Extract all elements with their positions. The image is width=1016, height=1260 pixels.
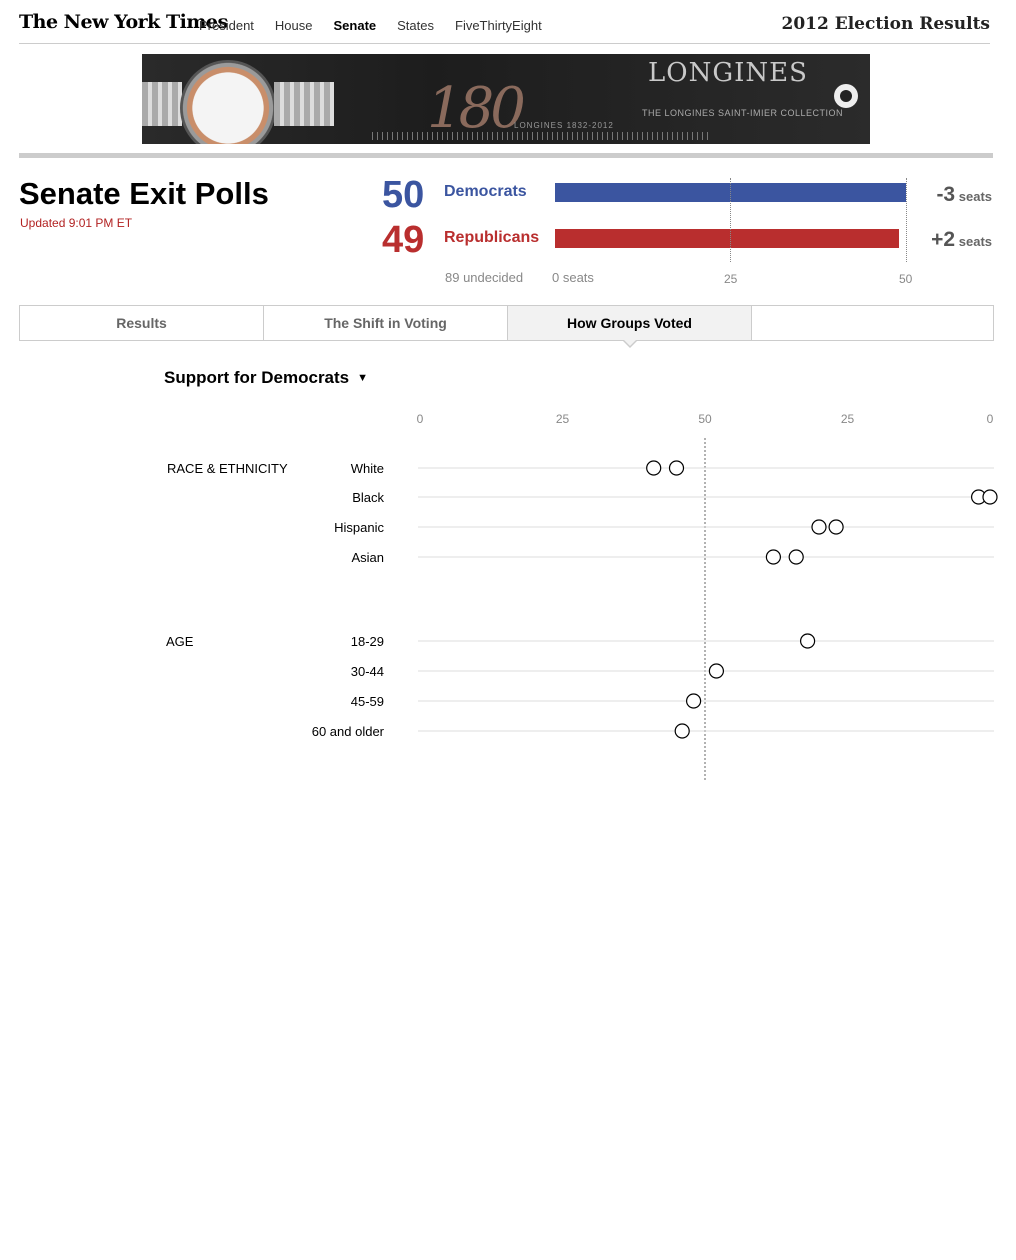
election-nav: President House Senate States FiveThirty… (199, 18, 542, 33)
ad-banner[interactable]: 180 LONGINES 1832-2012 LONGINES THE LONG… (142, 54, 870, 144)
tab-empty (752, 306, 993, 340)
democrat-label: Democrats (444, 183, 527, 200)
row-label: Black (352, 490, 384, 505)
nyt-logo[interactable]: The New York Times (19, 11, 228, 33)
ad-ruler (372, 132, 712, 140)
axis-tick-label: 50 (698, 412, 712, 426)
ad-badge-icon (834, 84, 858, 108)
row-label: 60 and older (312, 724, 385, 739)
democrat-change-value: -3 (936, 183, 956, 206)
republican-change-value: +2 (931, 228, 956, 251)
top-bar: The New York Times President House Senat… (19, 0, 990, 44)
nav-fivethirtyeight[interactable]: FiveThirtyEight (455, 18, 542, 33)
nav-states[interactable]: States (397, 18, 434, 33)
seat-axis-tick: 0 seats (552, 270, 594, 285)
data-point (788, 549, 804, 565)
watch-strap-image (142, 82, 182, 126)
tab-results[interactable]: Results (20, 306, 264, 340)
nav-president[interactable]: President (199, 18, 254, 33)
row-label: White (351, 461, 384, 476)
metric-dropdown-label: Support for Democrats (164, 368, 350, 387)
tab-shift-in-voting[interactable]: The Shift in Voting (264, 306, 508, 340)
data-point (982, 489, 998, 505)
data-point (685, 693, 702, 709)
republican-label: Republicans (444, 229, 540, 246)
watch-image (180, 60, 276, 144)
nav-senate[interactable]: Senate (334, 18, 377, 33)
data-point (811, 519, 827, 535)
axis-tick-label: 0 (417, 412, 424, 426)
section-divider (19, 153, 993, 158)
nav-house[interactable]: House (275, 18, 313, 33)
group-label: AGE (166, 634, 194, 649)
data-point (708, 663, 725, 679)
republican-seat-bar (555, 229, 899, 248)
view-tabs: Results The Shift in Voting How Groups V… (19, 305, 994, 348)
edition-title: 2012 Election Results (781, 14, 991, 34)
democrat-seat-count: 50 (382, 174, 425, 216)
axis-tick-label: 25 (556, 412, 570, 426)
exit-poll-dotplot: 0 25 50 25 0 RACE & ETHNICITY White Black Hispan… (166, 412, 998, 782)
republican-seat-change: +2 seats (931, 228, 992, 252)
undecided-count: 89 undecided (445, 270, 524, 285)
data-point (765, 549, 782, 565)
seat-axis-tick: 25 (724, 272, 738, 286)
row-label: 45-59 (351, 694, 384, 709)
data-point (668, 460, 685, 476)
row-label: Hispanic (334, 520, 384, 535)
ad-years: LONGINES 1832-2012 (514, 121, 614, 130)
row-label: 18-29 (351, 634, 384, 649)
row-label: Asian (351, 550, 384, 565)
updated-time: Updated 9:01 PM ET (20, 216, 133, 230)
data-point (646, 460, 662, 476)
caret-down-icon: ▼ (357, 372, 369, 384)
tab-how-groups-voted[interactable]: How Groups Voted (508, 306, 752, 348)
metric-dropdown[interactable]: Support for Democrats ▼ (164, 368, 368, 388)
group-label: RACE & ETHNICITY (167, 461, 288, 476)
democrat-change-unit: seats (958, 189, 992, 204)
axis-tick-label: 25 (841, 412, 855, 426)
data-point (828, 519, 844, 535)
republican-change-unit: seats (958, 234, 992, 249)
watch-strap-image (274, 82, 334, 126)
seat-guide-25 (730, 178, 731, 262)
democrat-seat-change: -3 seats (936, 183, 992, 207)
ad-collection: THE LONGINES SAINT-IMIER COLLECTION (642, 108, 844, 118)
data-point (674, 723, 690, 739)
page-title: Senate Exit Polls (19, 176, 269, 211)
axis-tick-label: 0 (987, 412, 994, 426)
republican-seat-count: 49 (382, 219, 425, 261)
seat-guide-50 (906, 178, 907, 262)
seat-axis-tick: 50 (899, 272, 913, 286)
ad-brand: LONGINES (648, 58, 808, 88)
row-label: 30-44 (351, 664, 384, 679)
data-point (799, 633, 816, 649)
